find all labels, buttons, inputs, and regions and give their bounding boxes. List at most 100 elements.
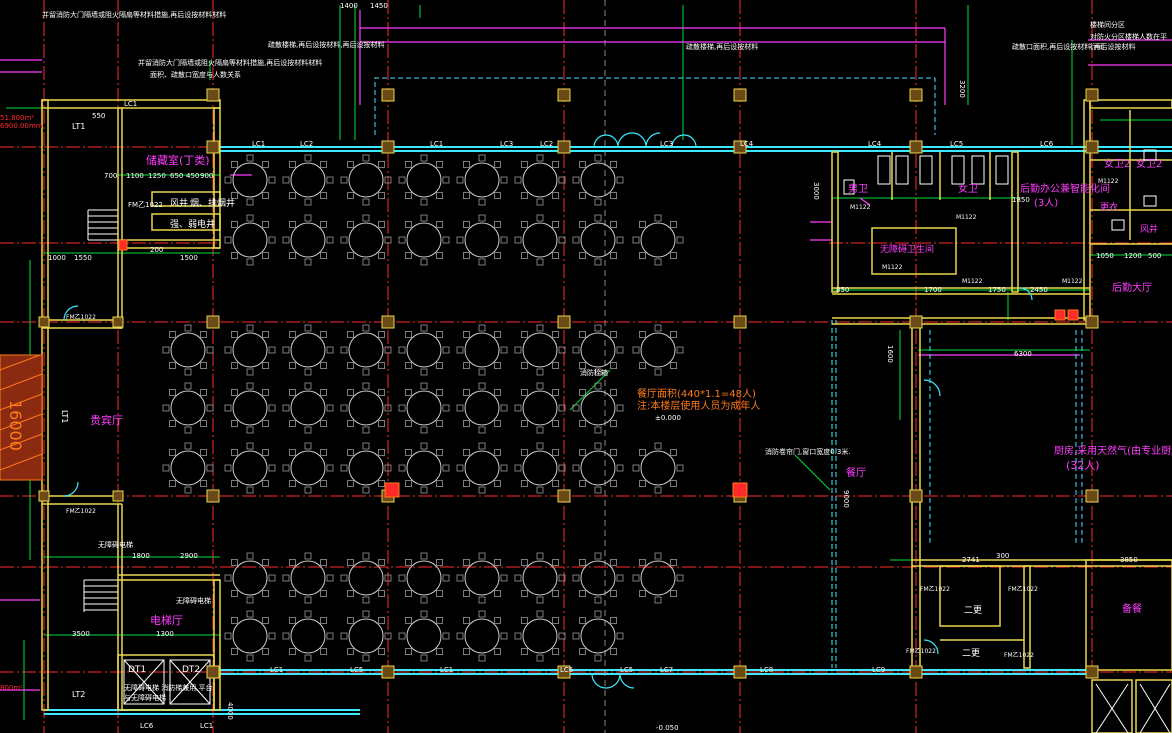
chair	[262, 161, 269, 168]
chair	[200, 480, 207, 487]
dim-1100: 1100	[126, 172, 144, 180]
column	[112, 490, 124, 502]
dining-table	[522, 332, 558, 368]
chair	[231, 389, 238, 396]
chair	[594, 214, 602, 222]
chair	[347, 590, 354, 597]
chair	[231, 559, 238, 566]
chair	[632, 574, 640, 582]
dining-table	[290, 618, 326, 654]
dining-table	[406, 618, 442, 654]
column	[557, 315, 571, 329]
chair	[405, 617, 412, 624]
chair	[436, 362, 443, 369]
column	[909, 140, 923, 154]
chair	[268, 404, 276, 412]
window-tag: LC3	[500, 140, 514, 148]
chair	[362, 654, 370, 662]
chair	[347, 192, 354, 199]
chair	[326, 574, 334, 582]
door-tag: M1122	[1098, 178, 1119, 185]
chair	[246, 442, 254, 450]
room-label-female-wc2: 女卫2	[1104, 159, 1131, 170]
chair	[246, 214, 254, 222]
chair	[552, 192, 559, 199]
area-label-3: 800m²	[0, 684, 23, 692]
chair	[289, 192, 296, 199]
label-lt2: LT2	[72, 690, 86, 699]
chair	[594, 552, 602, 560]
dining-table	[580, 332, 616, 368]
chair	[494, 252, 501, 259]
dining-table	[232, 162, 268, 198]
dim-1300: 1300	[156, 630, 174, 638]
window-tag: LC9	[872, 666, 886, 674]
dining-table	[348, 390, 384, 426]
chair	[579, 420, 586, 427]
chair	[676, 346, 684, 354]
chair	[378, 161, 385, 168]
chair	[632, 464, 640, 472]
chair	[676, 574, 684, 582]
chair	[478, 154, 486, 162]
chair	[639, 252, 646, 259]
dining-table	[522, 618, 558, 654]
chair	[552, 590, 559, 597]
chair	[184, 486, 192, 494]
chair	[610, 590, 617, 597]
dim-3000: 3000	[812, 182, 820, 200]
chair	[304, 654, 312, 662]
cad-drawing-canvas[interactable]: 储藏室(丁类) 风井 烟、排烟井 强、弱电井 贵宾厅 电梯厅 男卫 女卫 无障碍…	[0, 0, 1172, 733]
chair	[552, 389, 559, 396]
dim-1000: 1000	[48, 254, 66, 262]
chair	[463, 480, 470, 487]
window-tag: LC8	[760, 666, 774, 674]
dining-table	[580, 222, 616, 258]
chair	[362, 214, 370, 222]
dim-850: 850	[836, 286, 850, 294]
chair	[362, 258, 370, 266]
chair	[579, 480, 586, 487]
top-note-5: 疏散楼梯,再后设按材料	[686, 43, 759, 51]
chair	[572, 632, 580, 640]
chair	[231, 617, 238, 624]
dining-table	[406, 450, 442, 486]
chair	[616, 632, 624, 640]
chair	[289, 617, 296, 624]
dim-1600: 1600	[886, 345, 894, 363]
chair	[268, 236, 276, 244]
dim-1050: 1050	[1096, 252, 1114, 260]
fire-door-label: FM乙1022	[128, 201, 163, 209]
window-tag: LC1	[270, 666, 284, 674]
chair	[347, 648, 354, 655]
label-lt3: LT1	[60, 410, 69, 424]
column	[1085, 489, 1099, 503]
door-tag: M1122	[882, 264, 903, 271]
chair	[639, 449, 646, 456]
chair	[224, 404, 232, 412]
chair	[282, 404, 290, 412]
dining-table	[406, 332, 442, 368]
chair	[521, 161, 528, 168]
chair	[289, 480, 296, 487]
chair	[231, 161, 238, 168]
dim-2900: 2900	[180, 552, 198, 560]
chair	[378, 617, 385, 624]
column	[1085, 140, 1099, 154]
chair	[246, 552, 254, 560]
door-tag: M1122	[850, 204, 871, 211]
chair	[521, 590, 528, 597]
chair	[420, 654, 428, 662]
chair	[478, 324, 486, 332]
chair	[670, 559, 677, 566]
dining-table	[290, 162, 326, 198]
room-label-storage: 储藏室(丁类)	[146, 154, 210, 167]
chair	[206, 464, 214, 472]
chair	[594, 610, 602, 618]
chair	[536, 154, 544, 162]
chair	[398, 404, 406, 412]
chair	[405, 420, 412, 427]
dim-300: 300	[996, 552, 1010, 560]
dim-1850: 1850	[1012, 196, 1030, 204]
column	[909, 88, 923, 102]
